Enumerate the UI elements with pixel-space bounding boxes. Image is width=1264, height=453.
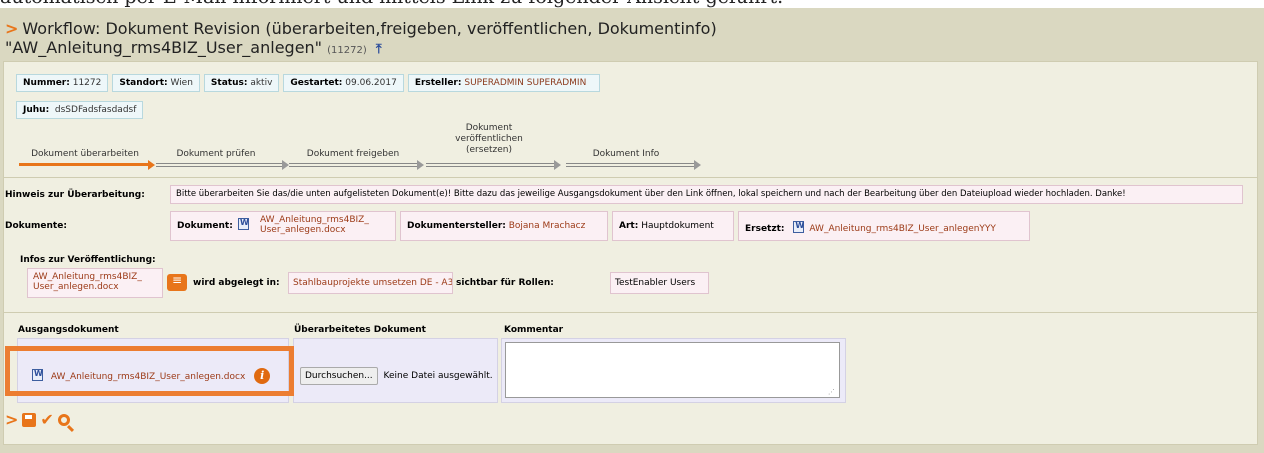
divider xyxy=(4,177,1257,178)
meta-ersteller-value: SUPERADMIN SUPERADMIN xyxy=(464,78,587,88)
meta-status: Status: aktiv xyxy=(203,74,280,92)
abgelegt-value: Stahlbauprojekte umsetzen DE - A3000, ..… xyxy=(288,272,453,294)
meta-standort: Standort: Wien xyxy=(112,74,200,92)
word-document-icon xyxy=(238,218,249,230)
infos-label: Infos zur Veröffentlichung: xyxy=(20,255,156,265)
step-info: Dokument Info xyxy=(592,149,660,159)
pin-icon[interactable]: ⤒ xyxy=(376,42,382,57)
art-value: Hauptdokument xyxy=(641,221,714,231)
step-arrow-5-tip xyxy=(694,160,701,170)
meta-status-value: aktiv xyxy=(250,78,273,88)
dokument-label: Dokument: xyxy=(177,221,233,231)
workflow-heading-text: Workflow: Dokument Revision (überarbeite… xyxy=(22,19,717,38)
infos-document-line-2: User_anlegen.docx xyxy=(33,282,119,292)
infos-document-link[interactable]: AW_Anleitung_rms4BIZ_ User_anlegen.docx xyxy=(27,268,163,298)
step-arrow-4 xyxy=(426,163,554,167)
hinweis-label: Hinweis zur Überarbeitung: xyxy=(5,190,145,200)
column-ueberarbeitetes-dokument: Überarbeitetes Dokument xyxy=(294,325,426,335)
browse-button[interactable]: Durchsuchen... xyxy=(300,367,378,385)
step-arrow-2 xyxy=(156,163,282,167)
check-icon[interactable]: ✔ xyxy=(40,410,53,429)
ersetzt-link[interactable]: AW_Anleitung_rms4BIZ_User_anlegenYYY xyxy=(809,224,996,234)
chevron-right-icon: > xyxy=(5,19,19,38)
upload-cell: Durchsuchen... Keine Datei ausgewählt. xyxy=(293,338,498,403)
action-toolbar: > ✔ xyxy=(5,410,70,429)
meta-nummer-value: 11272 xyxy=(72,78,102,88)
meta-ersteller: Ersteller: SUPERADMIN SUPERADMIN xyxy=(407,74,600,92)
dokumentersteller-box: Dokumentersteller: Bojana Mrachacz xyxy=(400,211,608,241)
step-arrow-3-tip xyxy=(417,160,424,170)
meta-standort-label: Standort: xyxy=(119,78,168,88)
comment-cell: ⋰ xyxy=(501,338,846,403)
document-title-text: "AW_Anleitung_rms4BIZ_User_anlegen" xyxy=(5,38,323,57)
step-ueberarbeiten: Dokument überarbeiten xyxy=(31,149,139,159)
workflow-steps: Dokument überarbeiten Dokument prüfen Do… xyxy=(19,123,719,173)
meta-status-label: Status: xyxy=(210,78,248,88)
rollen-label: sichtbar für Rollen: xyxy=(456,278,554,288)
step-veroeffentlichen-line-2: veröffentlichen xyxy=(455,134,523,144)
chevron-right-icon[interactable]: > xyxy=(5,410,18,429)
workflow-frame: > Workflow: Dokument Revision (überarbeit… xyxy=(0,8,1264,453)
meta-juhu: Juhu: dsSDFadsfasdadsf xyxy=(16,101,144,119)
meta-juhu-label: Juhu: xyxy=(23,105,50,115)
save-icon[interactable] xyxy=(22,412,37,427)
meta-standort-value: Wien xyxy=(170,78,193,88)
ersetzt-box: Ersetzt: AW_Anleitung_rms4BIZ_User_anleg… xyxy=(738,211,1030,241)
meta-nummer: Nummer: 11272 xyxy=(16,74,109,92)
dokumentersteller-value: Bojana Mrachacz xyxy=(508,221,586,231)
ersetzt-label: Ersetzt: xyxy=(745,224,785,234)
step-veroeffentlichen-line-3: (ersetzen) xyxy=(466,145,512,155)
step-arrow-5 xyxy=(566,163,694,167)
resize-handle-icon[interactable]: ⋰ xyxy=(828,388,835,396)
search-icon[interactable] xyxy=(57,413,70,426)
dokument-link-line-2: User_anlegen.docx xyxy=(260,225,346,235)
abgelegt-label: wird abgelegt in: xyxy=(193,278,280,288)
file-upload: Durchsuchen... Keine Datei ausgewählt. xyxy=(300,367,493,385)
dokument-link[interactable]: AW_Anleitung_rms4BIZ_ User_anlegen.docx xyxy=(260,215,369,235)
step-veroeffentlichen-line-1: Dokument xyxy=(465,123,513,133)
dokumentersteller-label: Dokumentersteller: xyxy=(407,221,506,231)
column-ausgangsdokument: Ausgangsdokument xyxy=(18,325,119,335)
column-kommentar: Kommentar xyxy=(504,325,564,335)
art-label: Art: xyxy=(619,221,639,231)
step-arrow-2-tip xyxy=(282,160,289,170)
meta-gestartet-label: Gestartet: xyxy=(290,78,343,88)
dokument-link-line-1: AW_Anleitung_rms4BIZ_ xyxy=(260,215,369,225)
comment-icon[interactable] xyxy=(167,273,187,291)
art-box: Art: Hauptdokument xyxy=(612,211,734,241)
rollen-value: TestEnabler Users xyxy=(610,272,709,294)
dokument-box: Dokument: AW_Anleitung_rms4BIZ_User_anle… xyxy=(170,211,396,241)
comment-textarea[interactable] xyxy=(505,342,840,398)
no-file-text: Keine Datei ausgewählt. xyxy=(383,371,493,381)
hinweis-text: Bitte überarbeiten Sie das/die unten auf… xyxy=(170,185,1243,204)
infos-document-line-1: AW_Anleitung_rms4BIZ_ xyxy=(33,272,142,282)
meta-nummer-label: Nummer: xyxy=(23,78,70,88)
document-title: "AW_Anleitung_rms4BIZ_User_anlegen" (112… xyxy=(5,38,382,57)
highlight-box xyxy=(5,346,294,396)
step-freigeben: Dokument freigeben xyxy=(306,149,400,159)
meta-ersteller-label: Ersteller: xyxy=(414,78,462,88)
step-arrow-4-tip xyxy=(554,160,561,170)
step-pruefen: Dokument prüfen xyxy=(176,149,256,159)
step-arrow-1 xyxy=(19,163,148,166)
meta-juhu-value: dsSDFadsfasdadsf xyxy=(54,105,137,115)
step-veroeffentlichen: Dokument veröffentlichen (ersetzen) xyxy=(429,123,549,156)
meta-gestartet-value: 09.06.2017 xyxy=(345,78,397,88)
dokumente-label: Dokumente: xyxy=(5,221,67,231)
word-document-icon xyxy=(793,221,805,233)
abgelegt-value-text: Stahlbauprojekte umsetzen DE - A3000, ..… xyxy=(293,278,453,288)
document-title-number: (11272) xyxy=(327,45,367,56)
meta-gestartet: Gestartet: 09.06.2017 xyxy=(283,74,404,92)
page-top-clipped-text: automatisch per E-Mail informiert und mi… xyxy=(0,0,1264,8)
workflow-heading: > Workflow: Dokument Revision (überarbeit… xyxy=(5,19,717,38)
divider xyxy=(4,312,1257,313)
step-arrow-1-tip xyxy=(148,160,155,170)
step-arrow-3 xyxy=(289,163,417,167)
metadata-row: Nummer: 11272 Standort: Wien Status: akt… xyxy=(16,74,600,92)
